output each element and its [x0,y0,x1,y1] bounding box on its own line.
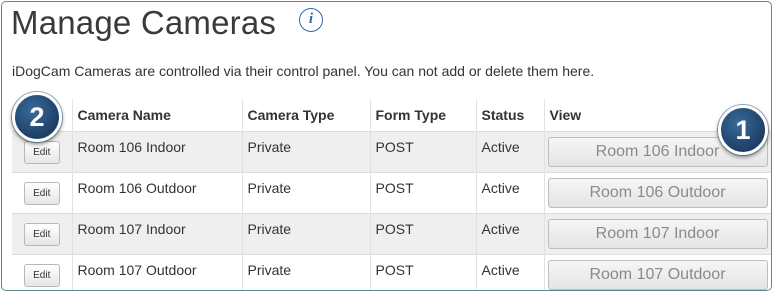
callout-badge-1: 1 [718,105,768,155]
camera-name: Room 106 Outdoor [77,180,197,196]
edit-button[interactable]: Edit [23,140,60,164]
camera-type-cell: Private [242,172,371,214]
status-cell: Active [476,254,545,290]
form-type-cell: POST [370,254,477,290]
column-header-status: Status [476,99,545,132]
edit-button[interactable]: Edit [23,181,60,205]
table-row: Edit Room 106 Indoor Private POST Active… [12,131,771,173]
form-type: POST [375,139,414,155]
intro-text: iDogCam Cameras are controlled via their… [12,63,595,79]
form-type-cell: POST [370,131,477,173]
view-cell: Room 107 Indoor [544,213,771,255]
edit-button[interactable]: Edit [23,263,60,287]
camera-type: Private [247,262,292,278]
camera-name: Room 106 Indoor [77,139,186,155]
status-cell: Active [476,172,545,214]
info-icon[interactable]: i [299,8,323,32]
camera-type-cell: Private [242,213,371,255]
form-type-cell: POST [370,172,477,214]
status: Active [481,221,520,237]
form-type-cell: POST [370,213,477,255]
status: Active [481,262,520,278]
callout-badge-2: 2 [12,92,62,142]
table-row: Edit Room 107 Indoor Private POST Active… [12,213,771,255]
edit-cell: Edit [12,254,73,290]
camera-type: Private [247,139,292,155]
camera-name: Room 107 Outdoor [77,262,197,278]
view-camera-button[interactable]: Room 106 Outdoor [547,178,768,208]
table-row: Edit Room 106 Outdoor Private POST Activ… [12,172,771,214]
view-camera-button[interactable]: Room 107 Indoor [547,219,768,249]
status: Active [481,139,520,155]
form-type: POST [375,180,414,196]
camera-name-cell: Room 106 Indoor [72,131,243,173]
view-camera-button[interactable]: Room 107 Outdoor [547,260,768,290]
camera-name: Room 107 Indoor [77,221,186,237]
edit-button[interactable]: Edit [23,222,60,246]
camera-type-cell: Private [242,131,371,173]
column-header-camera-name: Camera Name [72,99,243,132]
form-type: POST [375,221,414,237]
form-type: POST [375,262,414,278]
camera-name-cell: Room 107 Outdoor [72,254,243,290]
status: Active [481,180,520,196]
column-header-camera-type: Camera Type [242,99,371,132]
edit-cell: Edit [12,213,73,255]
column-header-form-type: Form Type [370,99,477,132]
view-cell: Room 106 Outdoor [544,172,771,214]
edit-cell: Edit [12,172,73,214]
camera-type: Private [247,180,292,196]
table-header-row: Camera Name Camera Type Form Type Status… [12,99,771,132]
camera-type-cell: Private [242,254,371,290]
cameras-table: Camera Name Camera Type Form Type Status… [12,99,771,290]
view-cell: Room 107 Outdoor [544,254,771,290]
camera-name-cell: Room 106 Outdoor [72,172,243,214]
camera-name-cell: Room 107 Indoor [72,213,243,255]
page-title: Manage Cameras [11,4,277,41]
status-cell: Active [476,213,545,255]
table-row: Edit Room 107 Outdoor Private POST Activ… [12,254,771,290]
camera-type: Private [247,221,292,237]
status-cell: Active [476,131,545,173]
manage-cameras-panel: Manage Cameras i iDogCam Cameras are con… [1,1,772,291]
